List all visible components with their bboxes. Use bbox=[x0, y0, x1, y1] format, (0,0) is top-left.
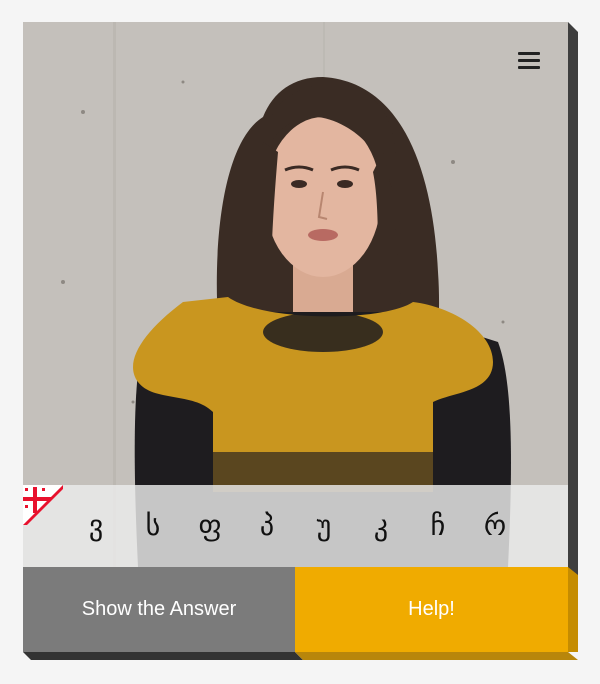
show-answer-button[interactable]: Show the Answer bbox=[23, 567, 295, 652]
action-buttons: Show the Answer Help! bbox=[23, 567, 568, 652]
help-bottom-edge bbox=[295, 652, 578, 660]
help-side-edge bbox=[568, 567, 578, 652]
help-button[interactable]: Help! bbox=[295, 567, 568, 652]
quiz-card: ვ ს ფ პ უ კ ჩ რ Show the Answer Help! bbox=[23, 22, 578, 660]
letter-tile[interactable]: უ bbox=[296, 485, 353, 567]
letter-tile[interactable]: ს bbox=[125, 485, 182, 567]
hamburger-menu-icon[interactable] bbox=[518, 52, 540, 70]
letter-tile[interactable]: ფ bbox=[182, 485, 239, 567]
letter-tile[interactable]: ვ bbox=[68, 485, 125, 567]
letter-tile[interactable]: ჩ bbox=[410, 485, 467, 567]
letter-tile[interactable]: კ bbox=[353, 485, 410, 567]
letter-tile[interactable]: პ bbox=[239, 485, 296, 567]
letter-tile[interactable]: რ bbox=[467, 485, 524, 567]
sign-video[interactable]: ვ ს ფ პ უ კ ჩ რ bbox=[23, 22, 568, 567]
card-bottom-edge bbox=[23, 652, 303, 660]
georgian-flag-icon bbox=[23, 485, 63, 525]
letters-bar: ვ ს ფ პ უ კ ჩ რ bbox=[23, 485, 568, 567]
card-side-edge bbox=[568, 22, 578, 652]
